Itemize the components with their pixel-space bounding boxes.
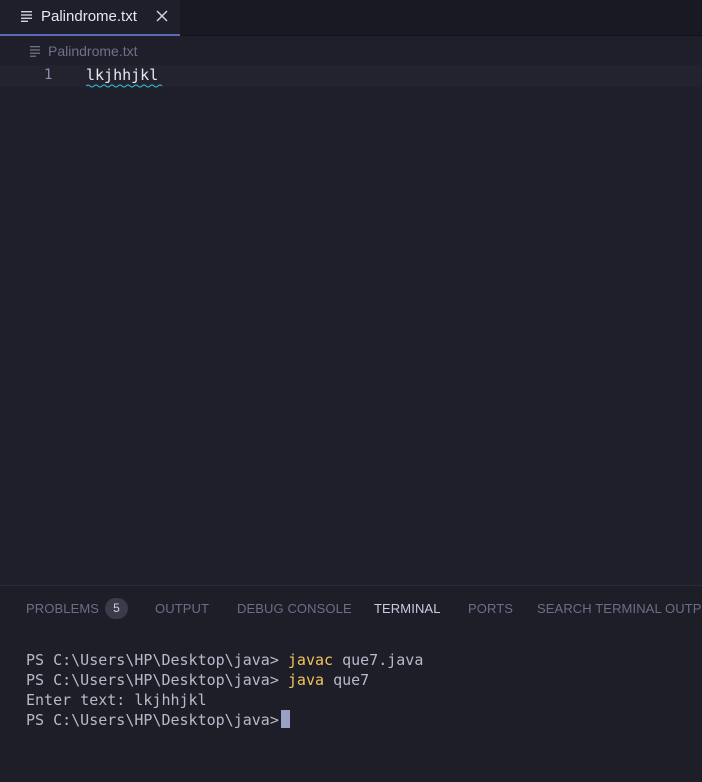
problems-count-badge: 5 [105, 598, 128, 619]
terminal-prompt: PS C:\Users\HP\Desktop\java> [26, 651, 279, 669]
tab-problems[interactable]: PROBLEMS [26, 601, 99, 616]
close-icon[interactable] [154, 8, 170, 24]
terminal-line[interactable]: PS C:\Users\HP\Desktop\java> [26, 710, 423, 730]
terminal-line: PS C:\Users\HP\Desktop\java> java que7 [26, 670, 423, 690]
tab-title: Palindrome.txt [41, 8, 137, 25]
editor-tab-palindrome[interactable]: Palindrome.txt [0, 0, 180, 36]
tab-search-terminal-output[interactable]: SEARCH TERMINAL OUTPUT [537, 601, 702, 616]
terminal-args: que7 [333, 671, 370, 689]
code-line[interactable]: lkjhhjkl [86, 66, 158, 84]
panel-tab-bar: PROBLEMS 5 OUTPUT DEBUG CONSOLE TERMINAL… [0, 586, 702, 630]
tab-ports[interactable]: PORTS [468, 601, 513, 616]
spell-check-squiggle [86, 84, 163, 88]
terminal-command: java [287, 671, 325, 689]
terminal-prompt: PS C:\Users\HP\Desktop\java> [26, 711, 279, 729]
text-lines-icon [30, 44, 41, 62]
tab-terminal[interactable]: TERMINAL [374, 601, 441, 616]
terminal-line: Enter text: lkjhhjkl [26, 690, 423, 710]
terminal-args: que7.java [342, 651, 424, 669]
text-lines-icon [21, 9, 33, 27]
terminal-output[interactable]: PS C:\Users\HP\Desktop\java> javac que7.… [26, 650, 423, 730]
breadcrumb: Palindrome.txt [0, 37, 702, 63]
terminal-line: PS C:\Users\HP\Desktop\java> javac que7.… [26, 650, 423, 670]
terminal-prompt: PS C:\Users\HP\Desktop\java> [26, 671, 279, 689]
breadcrumb-file[interactable]: Palindrome.txt [48, 43, 137, 59]
bottom-panel: PROBLEMS 5 OUTPUT DEBUG CONSOLE TERMINAL… [0, 585, 702, 782]
line-number: 1 [44, 67, 53, 83]
tab-debug-console[interactable]: DEBUG CONSOLE [237, 601, 352, 616]
terminal-cursor [280, 710, 290, 728]
code-editor[interactable]: 1 lkjhhjkl [0, 63, 702, 585]
tab-output[interactable]: OUTPUT [155, 601, 209, 616]
editor-tab-bar: Palindrome.txt [0, 0, 702, 36]
terminal-output-text: Enter text: lkjhhjkl [26, 691, 207, 709]
terminal-command: javac [287, 651, 334, 669]
